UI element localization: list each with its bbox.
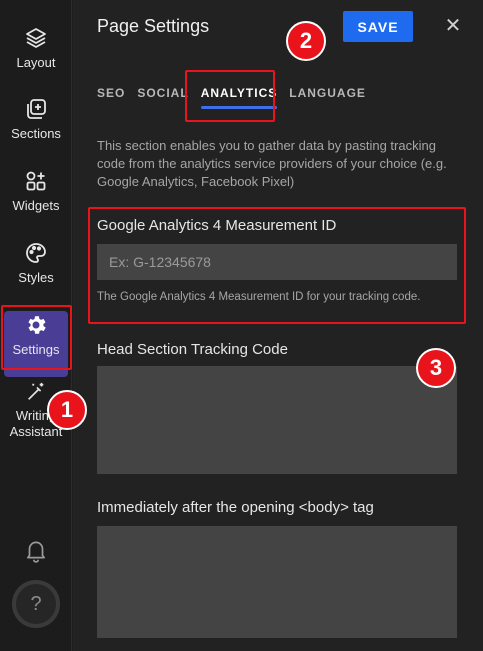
- annotation-badge-2: 2: [286, 21, 326, 61]
- layers-icon: [26, 28, 46, 48]
- sidebar-item-label: Layout: [16, 55, 56, 70]
- section-description: This section enables you to gather data …: [97, 138, 447, 189]
- sidebar-item-widgets[interactable]: Widgets: [0, 169, 72, 214]
- sidebar-item-label: Sections: [11, 126, 61, 141]
- add-section-icon: [27, 99, 46, 119]
- save-button[interactable]: SAVE: [343, 11, 413, 42]
- sidebar-item-styles[interactable]: Styles: [0, 241, 72, 286]
- head-code-label: Head Section Tracking Code: [97, 341, 288, 358]
- sidebar-item-label: Styles: [18, 270, 54, 285]
- bell-icon[interactable]: [23, 537, 49, 563]
- help-icon: ?: [30, 592, 42, 615]
- tab-seo[interactable]: SEO: [97, 86, 125, 110]
- close-icon[interactable]: ✕: [443, 14, 463, 37]
- page-settings-panel: Page Settings SAVE ✕ SEO SOCIAL ANALYTIC…: [73, 0, 483, 651]
- page-title: Page Settings: [97, 16, 210, 36]
- annotation-box-settings: [1, 305, 72, 370]
- app-frame: Layout Sections Widgets Styles Settings …: [0, 0, 483, 651]
- sidebar-item-sections[interactable]: Sections: [0, 97, 72, 142]
- tab-social[interactable]: SOCIAL: [137, 86, 188, 110]
- head-code-textarea[interactable]: [97, 366, 457, 474]
- sidebar-item-label: Widgets: [12, 198, 60, 213]
- tab-language[interactable]: LANGUAGE: [289, 86, 366, 110]
- annotation-box-ga-field: [88, 207, 466, 324]
- annotation-badge-3: 3: [416, 348, 456, 388]
- annotation-box-analytics-tab: [185, 70, 275, 122]
- annotation-badge-1: 1: [47, 390, 87, 430]
- widgets-icon: [26, 171, 46, 191]
- sidebar-item-layout[interactable]: Layout: [0, 26, 72, 71]
- help-button[interactable]: ?: [12, 580, 60, 628]
- body-code-textarea[interactable]: [97, 526, 457, 638]
- magic-wand-icon: [28, 382, 44, 400]
- body-code-label: Immediately after the opening <body> tag: [97, 499, 374, 516]
- palette-icon: [26, 243, 46, 263]
